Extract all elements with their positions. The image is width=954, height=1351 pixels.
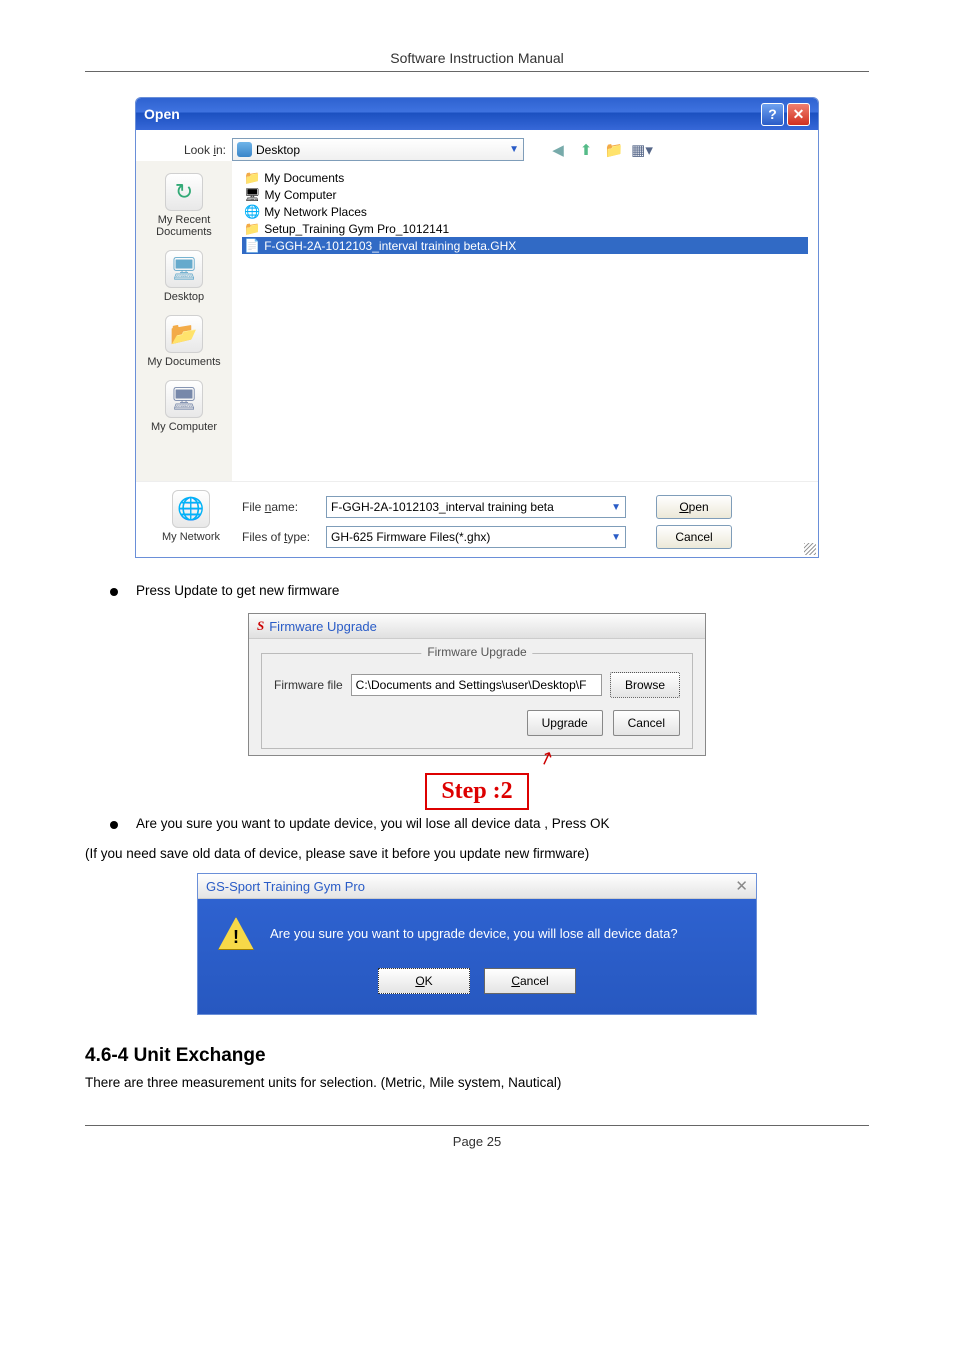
filetype-label: Files of type: (242, 530, 316, 544)
up-icon[interactable]: ⬆ (576, 140, 596, 160)
confirm-dialog-titlebar: GS-Sport Training Gym Pro ✕ (198, 874, 756, 899)
place-desktop-label: Desktop (139, 291, 229, 303)
resize-grip-icon[interactable] (804, 543, 816, 555)
upgrade-button[interactable]: Upgrade (527, 710, 603, 736)
place-mycomp-label: My Computer (139, 421, 229, 433)
place-recent[interactable]: ↻ My Recent Documents (139, 167, 229, 244)
place-recent-label: My Recent Documents (139, 214, 229, 238)
file-item[interactable]: My Network Places (242, 203, 808, 220)
file-list[interactable]: My Documents My Computer My Network Plac… (232, 161, 818, 481)
step-label: Step :2 (425, 773, 528, 810)
bullet-icon (110, 821, 118, 829)
fw-dialog-titlebar: S Firmware Upgrade (249, 614, 705, 639)
bullet-icon (110, 588, 118, 596)
chevron-down-icon: ▼ (509, 144, 519, 155)
chevron-down-icon: ▼ (611, 502, 621, 513)
file-item[interactable]: My Documents (242, 169, 808, 186)
back-icon[interactable]: ◀ (548, 140, 568, 160)
chevron-down-icon: ▼ (611, 532, 621, 543)
place-mycomp[interactable]: 🖥 My Computer (139, 374, 229, 439)
filename-value: F-GGH-2A-1012103_interval training beta (331, 500, 554, 514)
filename-label: File name: (242, 500, 316, 514)
fw-file-input[interactable]: C:\Documents and Settings\user\Desktop\F (351, 674, 602, 696)
look-in-value: Desktop (256, 143, 300, 157)
fw-groupbox-legend: Firmware Upgrade (421, 645, 532, 659)
filetype-value: GH-625 Firmware Files(*.ghx) (331, 530, 490, 544)
place-mynet-label: My Network (146, 531, 236, 543)
cancel-button[interactable]: Cancel (484, 968, 576, 994)
look-in-label: Look in: (146, 143, 226, 157)
section-text: There are three measurement units for se… (85, 1075, 869, 1090)
fw-file-label: Firmware file (274, 678, 343, 692)
close-icon[interactable]: ✕ (735, 877, 748, 895)
warning-icon: ! (218, 917, 254, 950)
help-icon[interactable]: ? (761, 103, 784, 126)
open-dialog: Open ? ✕ Look in: Desktop ▼ ◀ ⬆ 📁 ▦▾ ↻ (135, 97, 819, 558)
desktop-icon (237, 142, 252, 157)
confirm-dialog-title: GS-Sport Training Gym Pro (206, 879, 365, 894)
ok-button[interactable]: OK (378, 968, 470, 994)
place-mydocs-label: My Documents (139, 356, 229, 368)
file-item[interactable]: Setup_Training Gym Pro_1012141 (242, 220, 808, 237)
open-button[interactable]: Open (656, 495, 732, 519)
page-header: Software Instruction Manual (85, 50, 869, 72)
fw-groupbox: Firmware Upgrade Firmware file C:\Docume… (261, 653, 693, 749)
place-desktop[interactable]: 🖥 Desktop (139, 244, 229, 309)
browse-button[interactable]: Browse (610, 672, 680, 698)
fw-dialog-title: Firmware Upgrade (269, 619, 377, 634)
open-dialog-title: Open (144, 106, 180, 122)
app-icon: S (257, 618, 264, 634)
confirm-message: Are you sure you want to upgrade device,… (270, 926, 678, 941)
file-item[interactable]: My Computer (242, 186, 808, 203)
instruction-text: Are you sure you want to update device, … (136, 816, 610, 831)
cancel-button[interactable]: Cancel (613, 710, 680, 736)
open-dialog-titlebar: Open ? ✕ (136, 98, 818, 130)
close-icon[interactable]: ✕ (787, 103, 810, 126)
instruction-text: Press Update to get new firmware (136, 583, 339, 598)
places-bar: ↻ My Recent Documents 🖥 Desktop 📂 My Doc… (136, 161, 232, 481)
place-mynet[interactable]: 🌐 My Network (146, 490, 236, 549)
view-menu-icon[interactable]: ▦▾ (632, 140, 652, 160)
instruction-note: (If you need save old data of device, pl… (85, 846, 869, 861)
new-folder-icon[interactable]: 📁 (604, 140, 624, 160)
cancel-button[interactable]: Cancel (656, 525, 732, 549)
file-item-selected[interactable]: F-GGH-2A-1012103_interval training beta.… (242, 237, 808, 254)
look-in-combo[interactable]: Desktop ▼ (232, 138, 524, 161)
confirm-dialog: GS-Sport Training Gym Pro ✕ ! Are you su… (197, 873, 757, 1015)
filetype-combo[interactable]: GH-625 Firmware Files(*.ghx) ▼ (326, 526, 626, 548)
filename-combo[interactable]: F-GGH-2A-1012103_interval training beta … (326, 496, 626, 518)
firmware-upgrade-dialog: S Firmware Upgrade Firmware Upgrade Firm… (248, 613, 706, 756)
place-mydocs[interactable]: 📂 My Documents (139, 309, 229, 374)
section-heading: 4.6-4 Unit Exchange (85, 1045, 869, 1067)
page-footer: Page 25 (85, 1125, 869, 1149)
